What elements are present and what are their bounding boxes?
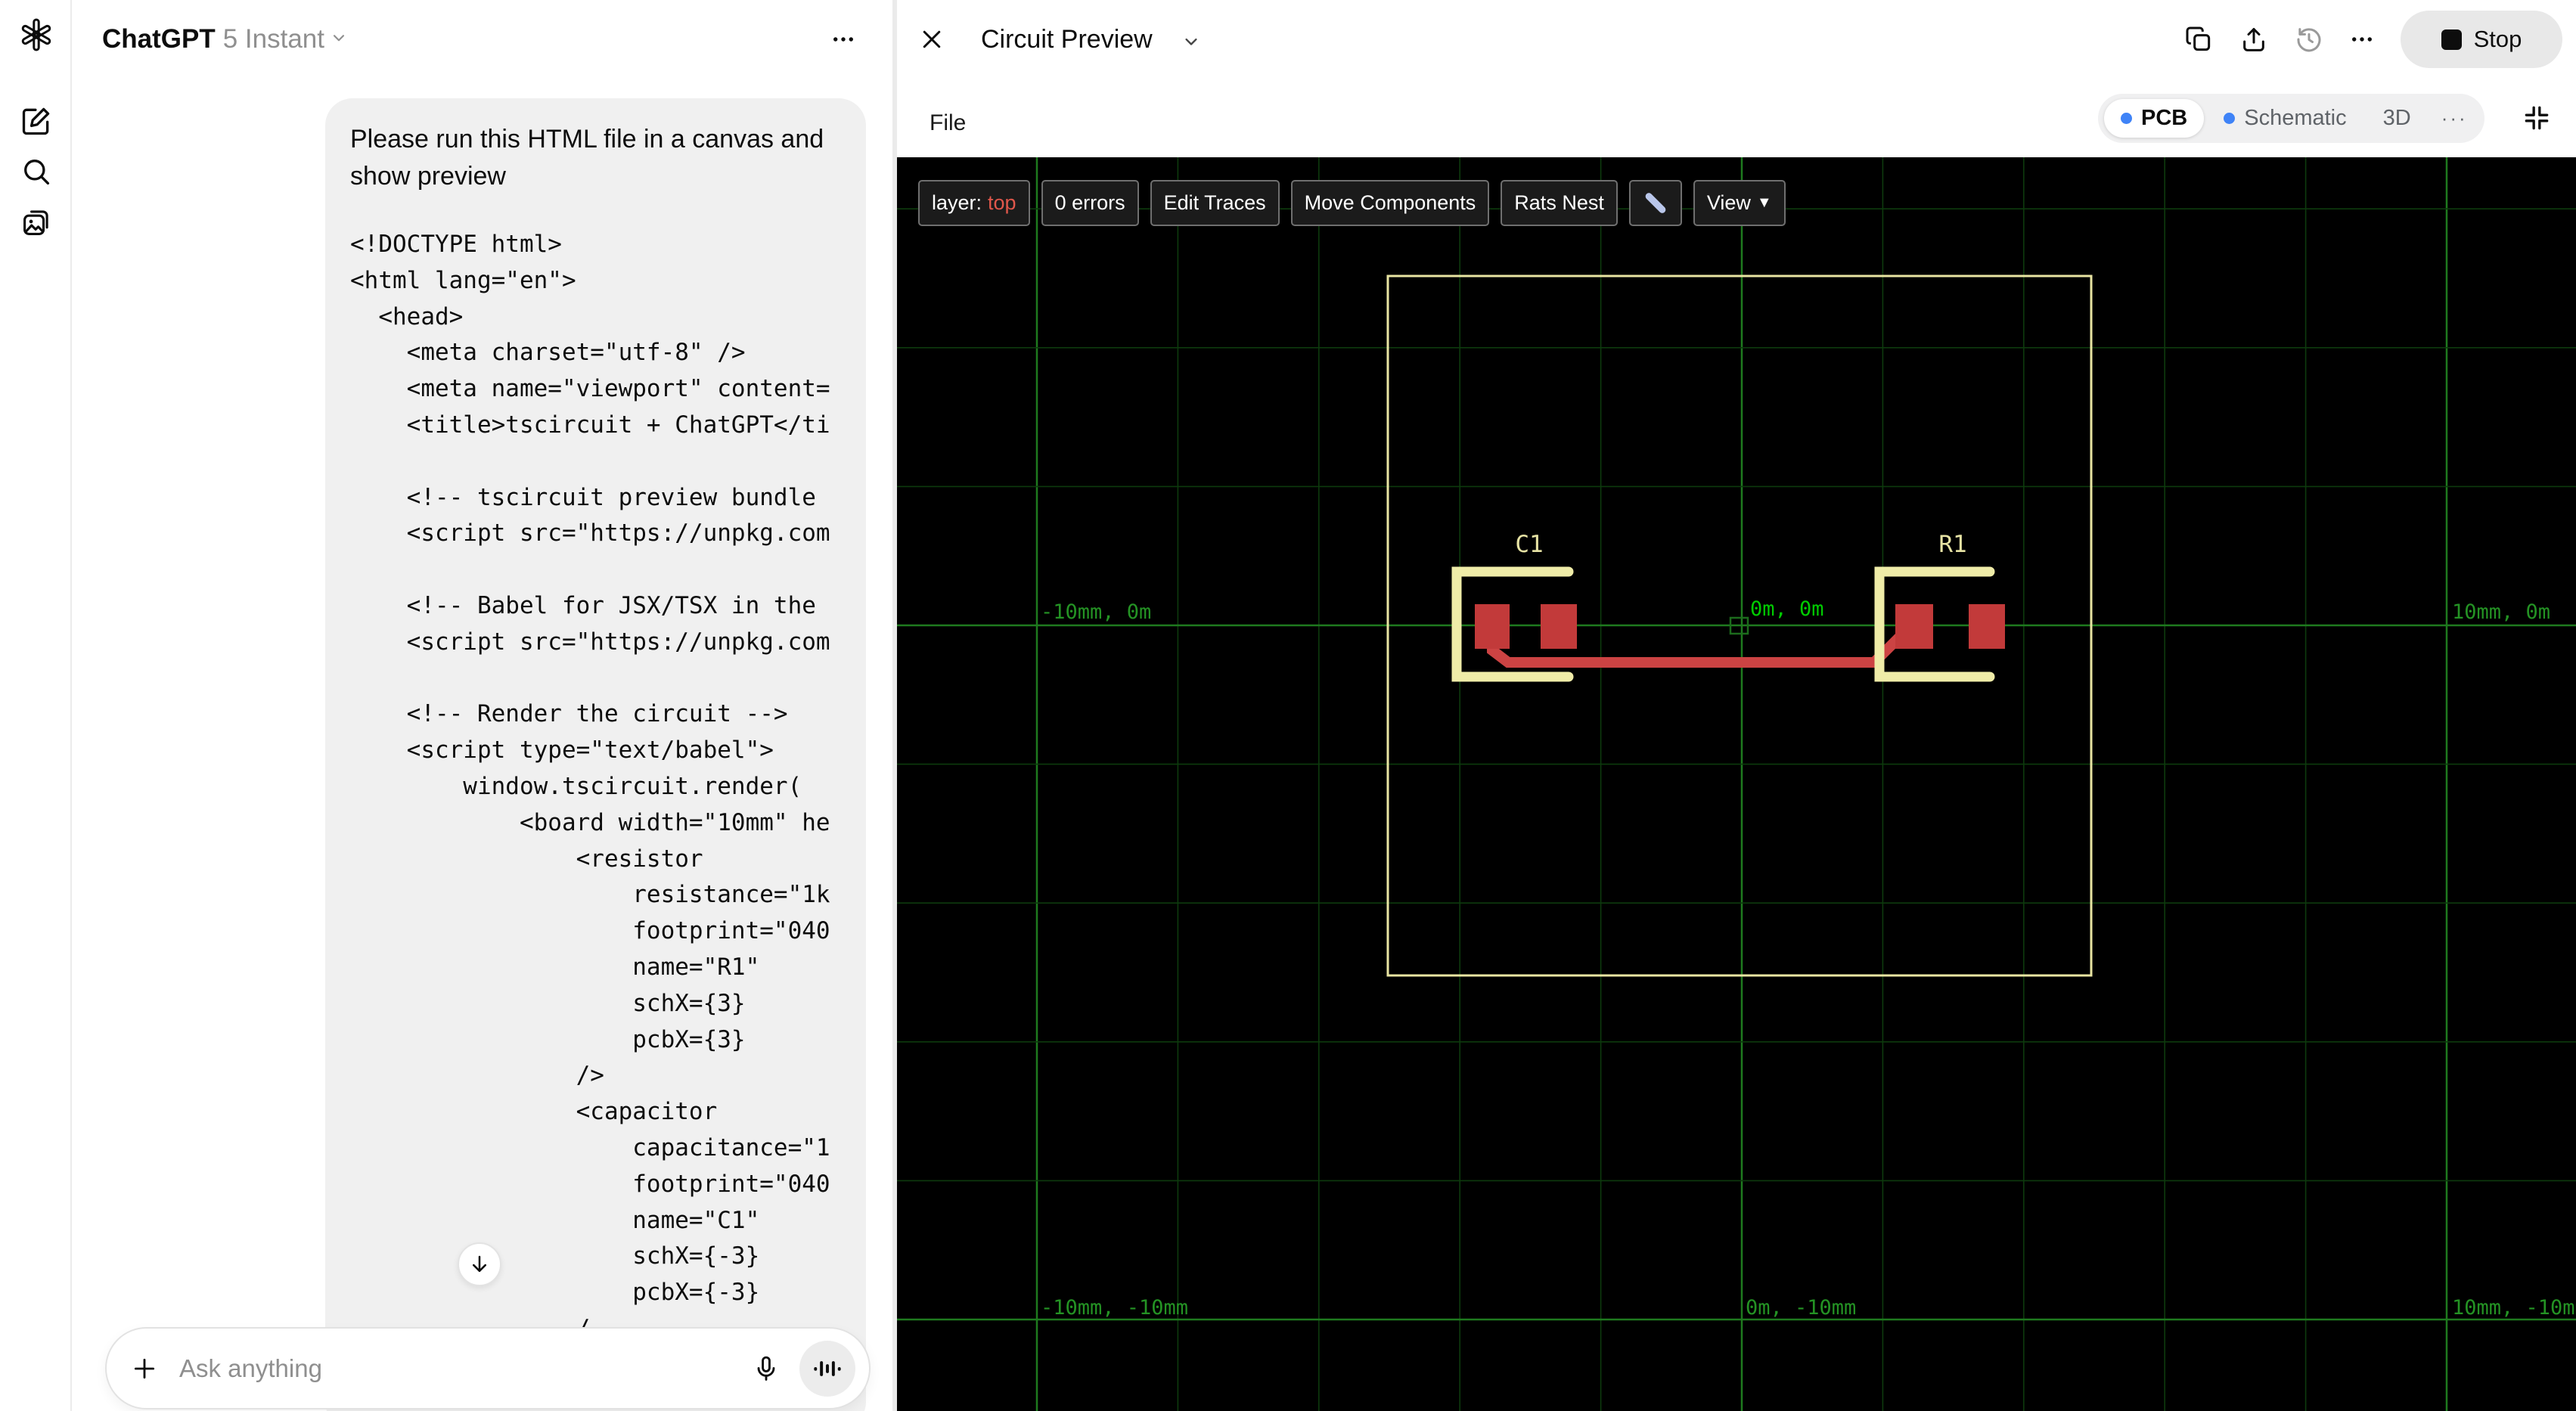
pcb-grid bbox=[897, 157, 2576, 1411]
r1-label: R1 bbox=[1938, 531, 1966, 558]
stop-button[interactable]: Stop bbox=[2401, 11, 2562, 68]
mic-icon[interactable] bbox=[746, 1349, 786, 1388]
schematic-status-dot bbox=[2224, 113, 2236, 124]
chat-options-icon[interactable] bbox=[825, 23, 861, 56]
c1-pad2 bbox=[1541, 604, 1577, 649]
library-icon[interactable] bbox=[18, 204, 54, 240]
stop-icon bbox=[2441, 29, 2462, 50]
copy-icon[interactable] bbox=[2180, 21, 2217, 57]
close-icon[interactable] bbox=[914, 21, 950, 57]
user-code-block: <!DOCTYPE html> <html lang="en"> <head> … bbox=[350, 231, 830, 1342]
openai-logo-icon bbox=[21, 18, 51, 51]
more-options-icon[interactable] bbox=[2344, 21, 2380, 57]
coord-label-center-bottom: 0m, -10mm bbox=[1746, 1296, 1856, 1320]
user-message-bubble: Please run this HTML file in a canvas an… bbox=[325, 98, 866, 1411]
pcb-toolbar: layer: top 0 errors Edit Traces Move Com… bbox=[918, 180, 1786, 226]
openai-logo-icon[interactable] bbox=[18, 17, 54, 53]
tab-3d-label: 3D bbox=[2382, 106, 2411, 130]
errors-button[interactable]: 0 errors bbox=[1041, 180, 1139, 226]
chat-panel: ChatGPT 5 Instant Please run this HTML fi… bbox=[72, 0, 892, 1411]
pcb-drawing: C1 R1 -10mm, 0m 0m, 0m 10mm, 0m -10mm, -… bbox=[897, 157, 2576, 1411]
voice-mode-button[interactable] bbox=[799, 1340, 855, 1397]
rats-nest-button[interactable]: Rats Nest bbox=[1501, 180, 1618, 226]
tab-schematic[interactable]: Schematic bbox=[2207, 99, 2363, 138]
scroll-to-bottom-button[interactable] bbox=[458, 1242, 501, 1286]
plus-icon[interactable] bbox=[129, 1354, 160, 1384]
coord-label-left-bottom: -10mm, -10mm bbox=[1041, 1296, 1188, 1320]
pencil-tool-icon bbox=[1643, 191, 1668, 215]
exit-fullscreen-icon[interactable] bbox=[2515, 97, 2558, 139]
layer-value: top bbox=[988, 191, 1016, 214]
canvas-title: Circuit Preview bbox=[981, 25, 1153, 54]
tab-3d[interactable]: 3D bbox=[2367, 99, 2428, 138]
new-chat-icon[interactable] bbox=[18, 103, 54, 139]
layer-label: layer: bbox=[932, 191, 982, 214]
layer-button[interactable]: layer: top bbox=[918, 180, 1030, 226]
app-window: ChatGPT 5 Instant Please run this HTML fi… bbox=[0, 0, 2576, 1411]
file-menu[interactable]: File bbox=[930, 110, 966, 136]
history-icon[interactable] bbox=[2291, 21, 2327, 57]
coord-label-origin: 0m, 0m bbox=[1750, 597, 1824, 621]
c1-label: C1 bbox=[1515, 531, 1543, 558]
down-arrow-icon bbox=[473, 1255, 486, 1273]
rats-nest-label: Rats Nest bbox=[1514, 191, 1604, 214]
view-tabs: PCB Schematic 3D ··· bbox=[2098, 94, 2484, 143]
tabs-more-icon[interactable]: ··· bbox=[2431, 107, 2478, 130]
coord-label-left-mid: -10mm, 0m bbox=[1041, 600, 1151, 624]
view-caret-icon: ▼ bbox=[1756, 194, 1772, 211]
model-chevron-icon bbox=[329, 23, 349, 56]
app-title: ChatGPT bbox=[102, 24, 216, 54]
chat-header: ChatGPT 5 Instant bbox=[72, 0, 892, 79]
model-name: 5 Instant bbox=[222, 24, 324, 54]
model-selector[interactable]: ChatGPT 5 Instant bbox=[102, 23, 349, 56]
view-label: View bbox=[1706, 191, 1751, 214]
move-components-label: Move Components bbox=[1304, 191, 1476, 214]
title-chevron-icon[interactable] bbox=[1178, 29, 1204, 54]
tab-pcb-label: PCB bbox=[2141, 106, 2188, 130]
composer bbox=[105, 1327, 871, 1409]
tab-schematic-label: Schematic bbox=[2244, 106, 2347, 130]
coord-label-right-bottom: 10mm, -10mm bbox=[2452, 1296, 2576, 1320]
message-input[interactable] bbox=[179, 1354, 746, 1383]
edit-traces-label: Edit Traces bbox=[1163, 191, 1266, 214]
left-rail bbox=[0, 0, 72, 1411]
view-button[interactable]: View ▼ bbox=[1693, 180, 1786, 226]
canvas-panel: Circuit Preview Stop File PCB Schematic … bbox=[892, 0, 2576, 1411]
stop-button-label: Stop bbox=[2473, 26, 2522, 52]
edit-tool-button[interactable] bbox=[1628, 180, 1682, 226]
coord-label-right-mid: 10mm, 0m bbox=[2452, 600, 2550, 624]
edit-traces-button[interactable]: Edit Traces bbox=[1150, 180, 1280, 226]
canvas-header: Circuit Preview Stop bbox=[897, 0, 2576, 98]
search-icon[interactable] bbox=[18, 154, 54, 190]
errors-label: 0 errors bbox=[1054, 191, 1125, 214]
r1-pad2 bbox=[1969, 604, 2005, 649]
pcb-canvas[interactable]: layer: top 0 errors Edit Traces Move Com… bbox=[897, 157, 2576, 1411]
pcb-status-dot bbox=[2121, 113, 2132, 124]
c1-pad1 bbox=[1475, 604, 1510, 649]
voice-waveform-icon bbox=[814, 1360, 841, 1376]
r1-pad1 bbox=[1895, 604, 1933, 649]
user-prompt-text: Please run this HTML file in a canvas an… bbox=[350, 125, 824, 191]
share-icon[interactable] bbox=[2236, 21, 2272, 57]
tab-pcb[interactable]: PCB bbox=[2104, 99, 2205, 138]
move-components-button[interactable]: Move Components bbox=[1290, 180, 1490, 226]
